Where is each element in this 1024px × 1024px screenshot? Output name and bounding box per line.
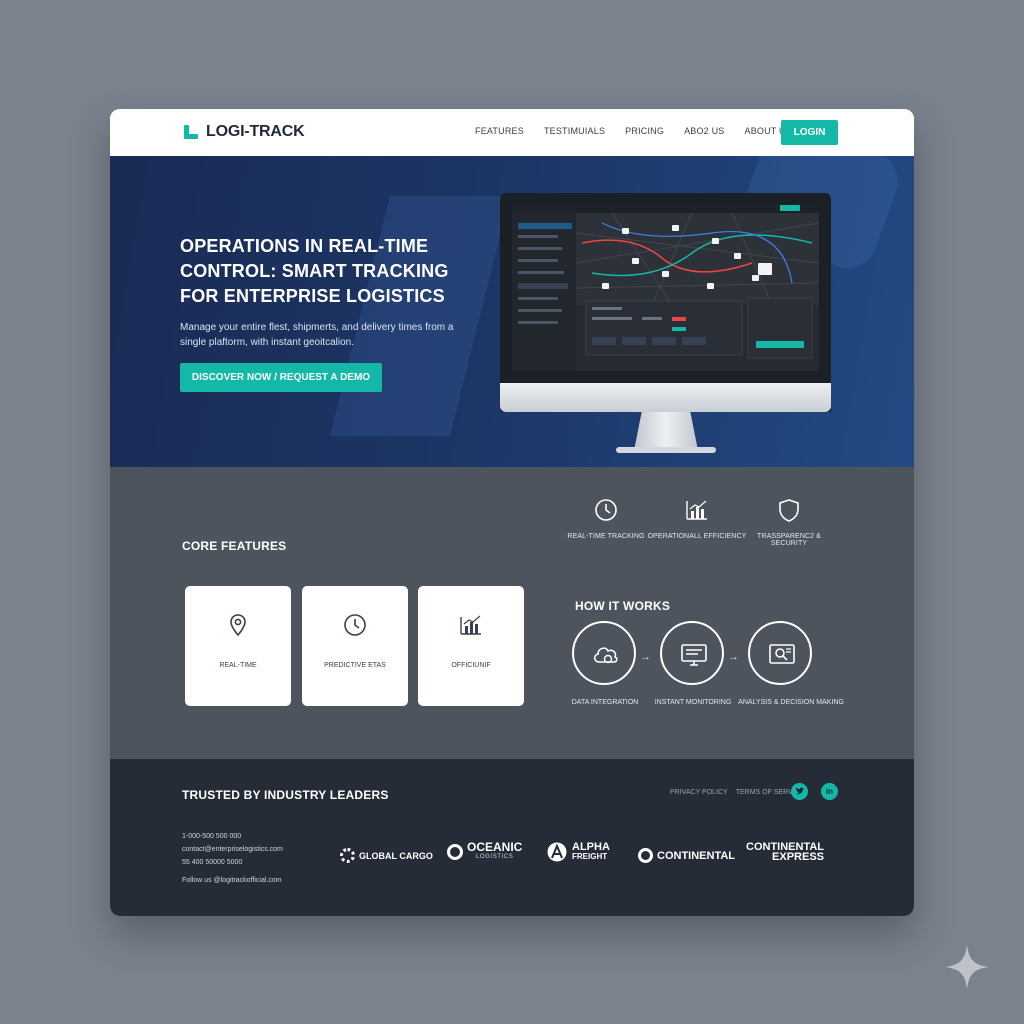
partner-name: CONTINENTAL: [657, 849, 736, 862]
brand-name: LOGI-TRACK: [206, 123, 305, 140]
monitor-icon: [681, 644, 707, 666]
feature-card-etas[interactable]: PREDICTIVE ETAS: [302, 586, 408, 706]
footer: TRUSTED BY INDUSTRY LEADERS PRIVACY POLI…: [110, 759, 914, 916]
arrow-icon: →: [728, 651, 739, 663]
brand-logo[interactable]: LOGI-TRACK: [182, 123, 305, 141]
hero-section: OPERATIONS IN REAL-TIME CONTROL: SMART T…: [110, 156, 914, 467]
top-feature-label: REAL-TIME TRACKING: [567, 533, 645, 540]
step-data-integration: [572, 621, 636, 685]
twitter-icon[interactable]: [791, 783, 808, 800]
step-analysis: [748, 621, 812, 685]
dashboard-preview: [512, 203, 819, 371]
alpha-icon: [547, 842, 567, 862]
partner-name: ALPHA: [572, 841, 610, 853]
trusted-title: TRUSTED BY INDUSTRY LEADERS: [182, 788, 389, 802]
clock-icon: [595, 499, 617, 521]
cloud-icon: [593, 647, 618, 664]
partner-name: GLOBAL CARGO: [359, 850, 433, 861]
hero-title: OPERATIONS IN REAL-TIME CONTROL: SMART T…: [180, 236, 449, 306]
demo-button[interactable]: DISCOVER NOW / REQUEST A DEMO: [180, 363, 382, 392]
partner-logo-continental: CONTINENTAL: [638, 848, 735, 863]
step-instant-monitoring: [660, 621, 724, 685]
privacy-link[interactable]: PRIVACY POLICY: [670, 789, 728, 796]
contact-email: contact@enterpriselogistics.com: [182, 846, 283, 853]
features-section: CORE FEATURES REAL-TIME TRACKING OPERATI…: [110, 467, 914, 759]
dashboard-screen: [512, 203, 819, 371]
nav-link-testimonials[interactable]: TESTIMUIALS: [544, 126, 605, 136]
step-label: INSTANT MONITORING: [654, 699, 732, 706]
monitor-stand: [634, 412, 698, 450]
circle-icon: [638, 848, 653, 863]
clock-icon: [344, 614, 366, 636]
search-doc-icon: [769, 644, 795, 664]
gear-icon: [340, 848, 355, 863]
bar-chart-icon: [460, 615, 481, 635]
partner-logo-continental-express: CONTINENTAL EXPRESS: [746, 842, 825, 863]
shield-icon: [779, 499, 799, 522]
landing-page: LOGI-TRACK FEATURES TESTIMUIALS PRICING …: [110, 109, 914, 916]
feature-card-label: PREDICTIVE ETAS: [324, 662, 386, 669]
contact-social: Follow us @logitrackofficial.com: [182, 877, 282, 884]
contact-phone: 1-000-500 500 000: [182, 833, 242, 840]
top-feature-tracking: REAL-TIME TRACKING: [556, 497, 656, 540]
map-pin-icon: [230, 614, 246, 637]
monitor-foot: [616, 447, 716, 453]
monitor-chin: [500, 383, 831, 412]
partner-logo-alpha: ALPHA FREIGHT: [547, 842, 610, 862]
login-button[interactable]: LOGIN: [781, 120, 838, 145]
top-feature-security: TRASSPARENC2 & SECURITY: [739, 497, 839, 547]
feature-card-realtime[interactable]: REAL-TIME: [185, 586, 291, 706]
top-feature-efficiency: OPERATIONALL EFFICIENCY: [647, 497, 747, 540]
top-feature-label: OPERATIONALL EFFICIENCY: [647, 533, 747, 540]
feature-card-label: OFFICIUNIF: [451, 662, 491, 669]
core-features-title: CORE FEATURES: [182, 539, 287, 553]
top-nav: LOGI-TRACK FEATURES TESTIMUIALS PRICING …: [110, 109, 914, 156]
linkedin-icon[interactable]: in: [821, 783, 838, 800]
circle-icon: [447, 844, 463, 860]
partner-logo-oceanic: OCEANIC LOGISTICS: [447, 840, 523, 862]
step-label: ANALYSIS & DECISION MAKING: [738, 699, 844, 706]
nav-link-about-alt[interactable]: ABO2 US: [684, 126, 724, 136]
dashboard-monitor: [500, 193, 831, 459]
sparkle-icon: [945, 945, 989, 989]
feature-card-efficiency[interactable]: OFFICIUNIF: [418, 586, 524, 706]
nav-link-features[interactable]: FEATURES: [475, 126, 524, 136]
nav-link-pricing[interactable]: PRICING: [625, 126, 664, 136]
partner-subname: FREIGHT: [572, 852, 608, 861]
contact-fax: 55 400 50000 5000: [182, 859, 243, 866]
feature-card-label: REAL-TIME: [219, 662, 257, 669]
hero-subtitle: Manage your entire flest, shipmerts, and…: [180, 322, 454, 348]
logo-icon: [182, 123, 200, 141]
nav-links: FEATURES TESTIMUIALS PRICING ABO2 US ABO…: [475, 126, 812, 136]
arrow-icon: →: [640, 651, 651, 663]
how-it-works-title: HOW IT WORKS: [575, 599, 671, 613]
top-feature-label: TRASSPARENC2 & SECURITY: [757, 533, 821, 547]
partner-logo-global-cargo: GLOBAL CARGO: [340, 848, 433, 863]
contact-info: 1-000-500 500 000 contact@enterpriselogi…: [182, 831, 283, 888]
hero-decoration: [330, 196, 510, 436]
partner-subname: EXPRESS: [772, 851, 825, 863]
bar-chart-icon: [686, 500, 707, 520]
partner-name: OCEANIC: [467, 840, 523, 854]
